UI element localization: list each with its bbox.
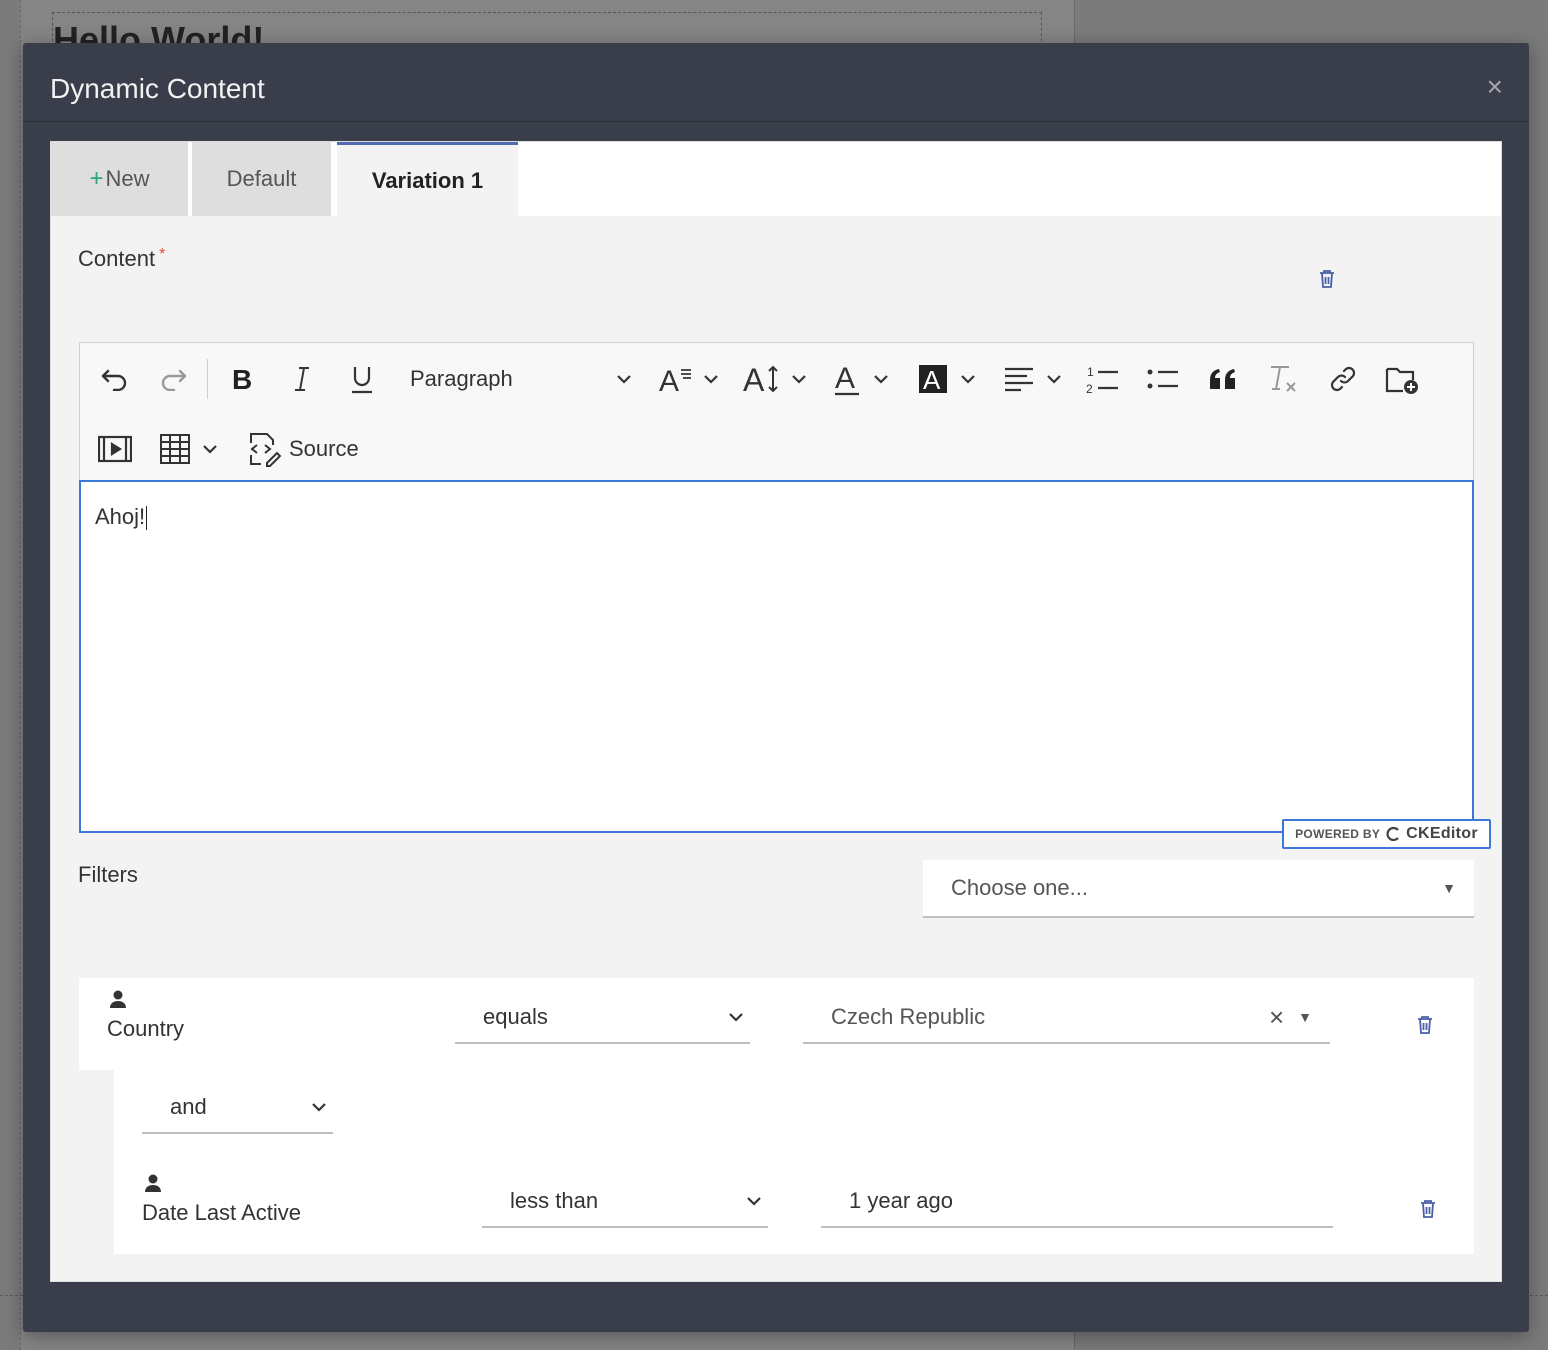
filter-field-label: Date Last Active — [142, 1200, 301, 1225]
filter-value-text: Czech Republic — [831, 1004, 986, 1029]
chevron-down-icon — [961, 375, 975, 384]
dynamic-content-modal: Dynamic Content × + New Default Variatio… — [23, 43, 1529, 1332]
ckeditor-logo-icon — [1386, 826, 1399, 842]
svg-text:A: A — [659, 365, 679, 394]
tab-default-label: Default — [226, 166, 297, 191]
table-dropdown[interactable] — [154, 429, 224, 469]
svg-text:A: A — [835, 362, 855, 395]
filter-operator-value: equals — [483, 1004, 548, 1029]
numbered-list-icon[interactable]: 12 — [1084, 361, 1122, 397]
font-background-dropdown[interactable]: A — [914, 361, 980, 397]
tab-bar: + New Default Variation 1 — [51, 142, 1501, 216]
font-size-icon: A — [743, 363, 778, 395]
editor-content-area[interactable]: Ahoj! — [79, 480, 1474, 833]
source-label: Source — [289, 436, 359, 461]
chevron-down-icon — [312, 1103, 326, 1112]
content-label-text: Content — [78, 246, 156, 271]
filter-value-text: 1 year ago — [849, 1188, 953, 1213]
person-icon — [145, 1174, 161, 1192]
text-caret — [146, 506, 148, 531]
tab-variation-1-label: Variation 1 — [371, 167, 484, 193]
filter-operator-select[interactable]: less than — [482, 1176, 768, 1228]
powered-by-label: POWERED BY — [1295, 827, 1381, 841]
source-code-icon — [250, 433, 281, 467]
chevron-down-icon — [203, 445, 217, 454]
blockquote-icon[interactable] — [1204, 361, 1242, 397]
alignment-dropdown[interactable] — [1000, 361, 1066, 397]
clear-icon[interactable]: × — [1269, 1002, 1284, 1033]
filters-label: Filters — [78, 862, 138, 887]
font-color-dropdown[interactable]: A — [828, 361, 894, 397]
filter-operator-select[interactable]: equals — [455, 992, 750, 1044]
filter-row-country: Country equals Czech Republic × ▼ — [79, 978, 1474, 1070]
person-icon — [110, 990, 126, 1008]
redo-icon[interactable] — [154, 361, 192, 397]
rich-text-editor: B Paragraph A A A A 1 2 Source Ahoj! — [79, 342, 1474, 833]
svg-text:A: A — [923, 365, 941, 394]
filter-choose-select[interactable]: Choose one... ▼ — [923, 860, 1474, 918]
modal-title: Dynamic Content — [50, 73, 265, 104]
tab-variation-1[interactable]: Variation 1 — [337, 142, 518, 216]
undo-icon[interactable] — [96, 361, 134, 397]
modal-header: Dynamic Content × — [23, 43, 1529, 122]
toolbar-separator — [207, 359, 208, 399]
chevron-down-icon — [1047, 375, 1061, 384]
tab-new-label: New — [105, 166, 150, 191]
filter-value-input[interactable]: 1 year ago — [821, 1176, 1333, 1228]
chevron-down-icon — [729, 1013, 743, 1022]
chevron-down-icon — [704, 375, 718, 384]
trash-icon[interactable] — [1415, 1014, 1435, 1036]
content-panel: + New Default Variation 1 Content * B Pa… — [50, 141, 1502, 1282]
chevron-down-icon — [874, 375, 888, 384]
chevron-down-icon — [747, 1197, 761, 1206]
font-background-icon: A — [919, 365, 947, 394]
font-family-icon: A — [659, 365, 691, 394]
caret-down-icon: ▼ — [1298, 1009, 1312, 1025]
media-embed-icon[interactable] — [96, 429, 134, 469]
svg-text:2: 2 — [1086, 382, 1093, 394]
filter-choose-placeholder: Choose one... — [951, 875, 1088, 900]
trash-icon[interactable] — [1317, 268, 1337, 290]
filter-glue-value: and — [170, 1094, 207, 1119]
filter-field-label: Country — [107, 1016, 185, 1041]
caret-down-icon: ▼ — [1442, 880, 1456, 896]
trash-icon[interactable] — [1418, 1198, 1438, 1220]
close-icon[interactable]: × — [1487, 73, 1503, 101]
link-icon[interactable] — [1324, 361, 1362, 397]
tab-default[interactable]: Default — [192, 142, 331, 216]
heading-select[interactable]: Paragraph — [410, 361, 632, 397]
folder-add-icon[interactable] — [1382, 361, 1424, 397]
filter-operator-value: less than — [510, 1188, 599, 1213]
align-left-icon — [1005, 367, 1033, 392]
chevron-down-icon — [792, 375, 806, 384]
filter-value-select[interactable]: Czech Republic × ▼ — [803, 992, 1330, 1044]
content-label: Content * — [78, 246, 165, 272]
ckeditor-brand: CKEditor — [1406, 825, 1478, 842]
font-family-dropdown[interactable]: A — [654, 361, 724, 397]
italic-icon[interactable] — [284, 361, 320, 397]
plus-icon: + — [89, 165, 104, 192]
svg-text:1: 1 — [1087, 365, 1094, 379]
bulleted-list-icon[interactable] — [1144, 361, 1182, 397]
font-size-dropdown[interactable]: A — [740, 361, 810, 397]
filter-row-date-last-active: and Date Last Active less than 1 year ag… — [114, 1070, 1474, 1254]
editor-toolbar: B Paragraph A A A A 1 2 Source — [79, 342, 1474, 480]
underline-icon[interactable] — [344, 361, 380, 397]
source-button[interactable]: Source — [245, 429, 359, 469]
editor-body-text: Ahoj! — [95, 504, 146, 529]
filter-glue-select[interactable]: and — [142, 1082, 333, 1134]
table-icon — [160, 434, 190, 464]
chevron-down-icon — [617, 375, 631, 384]
required-marker: * — [159, 246, 166, 263]
tab-new[interactable]: + New — [51, 142, 188, 216]
bold-icon[interactable]: B — [224, 361, 260, 397]
heading-select-value: Paragraph — [410, 366, 513, 391]
svg-text:A: A — [743, 363, 765, 395]
font-color-icon: A — [835, 362, 859, 396]
remove-format-icon[interactable] — [1264, 361, 1302, 397]
svg-text:B: B — [232, 366, 252, 392]
powered-by-ckeditor-badge[interactable]: POWERED BY CKEditor — [1282, 819, 1491, 849]
